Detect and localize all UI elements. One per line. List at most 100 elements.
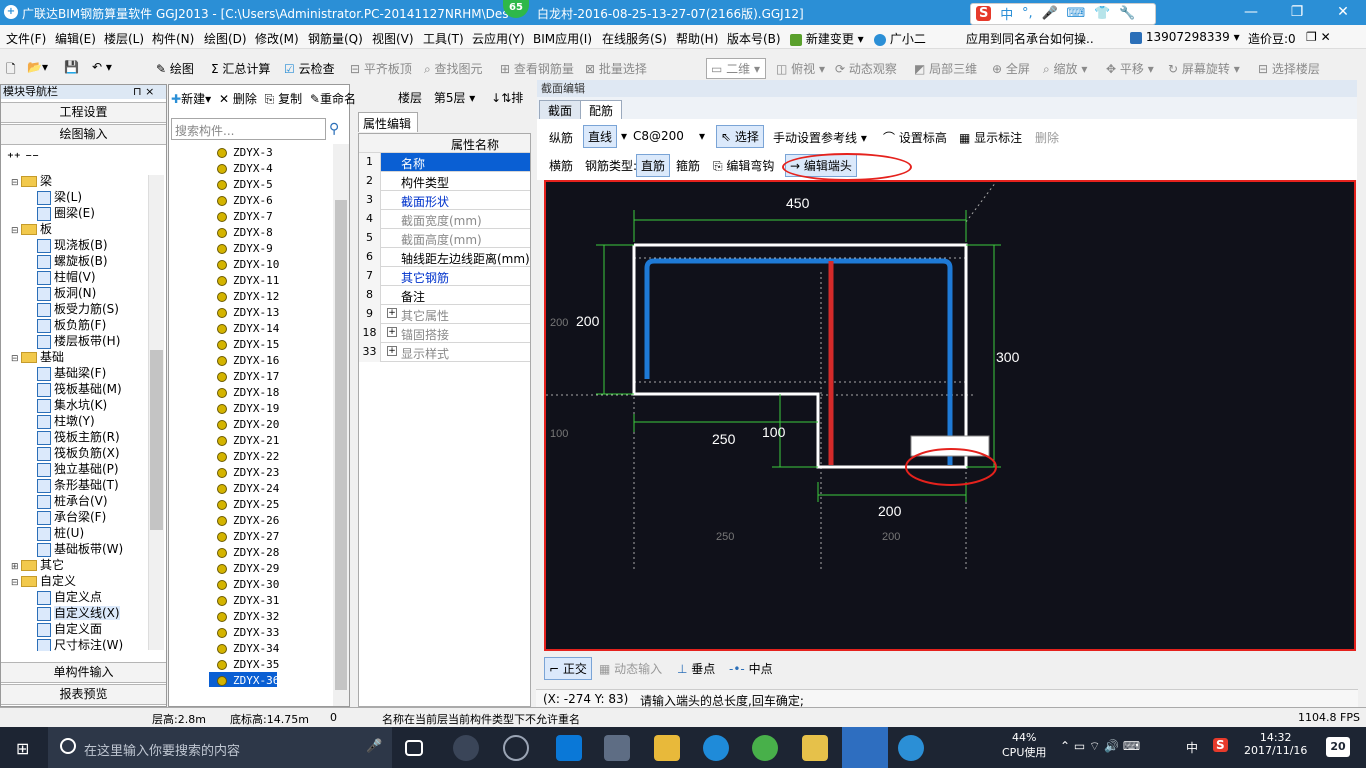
microphone-icon[interactable]: 🎤 (366, 739, 382, 754)
component-item[interactable]: ZDYX-33 (217, 626, 279, 639)
component-item[interactable]: ZDYX-28 (217, 546, 279, 559)
orbit-button[interactable]: ⟳ 动态观察 (835, 60, 897, 77)
dynamic-input-button[interactable]: ▦ 动态输入 (599, 660, 662, 677)
property-row[interactable]: 2 构件类型 (359, 172, 530, 191)
nav-item[interactable]: 筏板基础(M) (37, 381, 122, 397)
manual-refline-button[interactable]: 手动设置参考线 ▾ (773, 129, 867, 146)
set-elevation-button[interactable]: ⌒ 设置标高 (883, 129, 947, 146)
sogou-tray-icon[interactable]: S (1213, 738, 1228, 752)
close-button[interactable]: ✕ (1320, 0, 1366, 25)
local-3d-button[interactable]: ◩ 局部三维 (914, 60, 977, 77)
property-row[interactable]: 3 截面形状 (359, 191, 530, 210)
menu-assistant[interactable]: 广小二 (874, 30, 926, 47)
expand-icon[interactable]: ⊟ (11, 175, 21, 191)
ime-tools-icon[interactable]: 🔧 (1119, 6, 1135, 21)
section-canvas[interactable]: 450 200 200 300 250 100 100 200 250 200 (544, 180, 1356, 651)
component-item[interactable]: ZDYX-20 (217, 418, 279, 431)
property-row[interactable]: 6 轴线距左边线距离(mm) (359, 248, 530, 267)
property-row[interactable]: 5 截面高度(mm) (359, 229, 530, 248)
ime-toolbar[interactable]: S 中 °, 🎤 ⌨ 👕 🔧 (970, 3, 1156, 25)
select-button[interactable]: ⇖ 选择 (716, 125, 764, 148)
component-item[interactable]: ZDYX-23 (217, 466, 279, 479)
copy-component-button[interactable]: ⎘ 复制 (265, 92, 302, 106)
show-dimension-button[interactable]: ▦ 显示标注 (959, 129, 1022, 146)
straight-rebar-button[interactable]: 直筋 (636, 154, 671, 177)
nav-item[interactable]: 柱帽(V) (37, 269, 96, 285)
edge-icon[interactable] (556, 735, 582, 761)
select-floor-button[interactable]: ⊟ 选择楼层 (1258, 60, 1320, 77)
stirrup-button[interactable]: 箍筋 (676, 157, 700, 174)
task-view-icon[interactable] (405, 740, 423, 756)
menu-tools[interactable]: 工具(T) (423, 30, 464, 47)
batch-select-button[interactable]: ⊠ 批量选择 (585, 60, 647, 77)
component-item[interactable]: ZDYX-26 (217, 514, 279, 527)
glodon-app-icon[interactable] (898, 735, 924, 761)
property-row[interactable]: 33 + 显示样式 (359, 343, 530, 362)
nav-item[interactable]: 桩(U) (37, 525, 84, 541)
component-item[interactable]: ZDYX-29 (217, 562, 279, 575)
notes-icon[interactable] (802, 735, 828, 761)
property-row[interactable]: 4 截面宽度(mm) (359, 210, 530, 229)
notification-center[interactable]: 20 (1326, 737, 1350, 757)
cost-beans[interactable]: 造价豆:0 (1248, 30, 1296, 47)
property-row[interactable]: 18 + 锚固搭接 (359, 324, 530, 343)
ime-indicator[interactable]: 中 (1186, 739, 1198, 756)
nav-item[interactable]: 筏板主筋(R) (37, 429, 120, 445)
nav-scrollbar[interactable] (148, 175, 164, 650)
property-tab[interactable]: 属性编辑 (358, 112, 418, 132)
component-item[interactable]: ZDYX-22 (217, 450, 279, 463)
nav-item[interactable]: 板负筋(F) (37, 317, 106, 333)
menu-version[interactable]: 版本号(B) (727, 30, 781, 47)
component-item[interactable]: ZDYX-19 (217, 402, 279, 415)
expand-icon[interactable]: ⊟ (11, 351, 21, 367)
component-scrollbar[interactable] (333, 144, 349, 706)
component-item[interactable]: ZDYX-24 (217, 482, 279, 495)
component-item[interactable]: ZDYX-18 (217, 386, 279, 399)
report-preview-button[interactable]: 报表预览 (1, 684, 166, 705)
pan-button[interactable]: ✥ 平移 ▾ (1106, 60, 1154, 77)
menu-view[interactable]: 视图(V) (372, 30, 414, 47)
nav-item[interactable]: 板受力筋(S) (37, 301, 119, 317)
rename-component-button[interactable]: ✎重命名 (310, 92, 356, 106)
new-component-button[interactable]: ✚新建▾ (171, 92, 211, 106)
rebar-spec-value[interactable]: C8@200 (633, 129, 684, 143)
line-mode-button[interactable]: 直线 (583, 125, 618, 148)
perpendicular-snap-button[interactable]: ⊥ 垂点 (677, 660, 715, 677)
find-element-button[interactable]: ⌕ 查找图元 (424, 60, 483, 77)
component-item[interactable]: ZDYX-10 (217, 258, 279, 271)
windows-start-icon[interactable]: ⊞ (16, 739, 29, 758)
component-item[interactable]: ZDYX-21 (217, 434, 279, 447)
align-slab-top-button[interactable]: ⊟ 平齐板顶 (350, 60, 412, 77)
active-glodon-app[interactable] (842, 727, 888, 768)
nav-item[interactable]: 基础梁(F) (37, 365, 106, 381)
open-file-icon[interactable]: 📂▾ (27, 60, 48, 74)
summary-calc-button[interactable]: Σ 汇总计算 (211, 60, 270, 77)
menu-new-change[interactable]: 新建变更 ▾ (790, 30, 864, 47)
menu-online[interactable]: 在线服务(S) (602, 30, 667, 47)
component-item[interactable]: ZDYX-27 (217, 530, 279, 543)
nav-item[interactable]: 尺寸标注(W) (37, 637, 123, 651)
component-search-input[interactable]: 搜索构件... (171, 118, 326, 140)
top-view-button[interactable]: ◫ 俯视 ▾ (776, 60, 825, 77)
property-row[interactable]: 1 名称 (359, 153, 530, 172)
zoom-button[interactable]: ⌕ 缩放 ▾ (1043, 60, 1087, 77)
nav-item[interactable]: 圈梁(E) (37, 205, 95, 221)
midpoint-snap-button[interactable]: -•- 中点 (729, 660, 773, 677)
nav-item[interactable]: 现浇板(B) (37, 237, 108, 253)
component-item[interactable]: ZDYX-7 (217, 210, 273, 223)
help-question-link[interactable]: 应用到同名承台如何操.. (966, 30, 1094, 47)
new-file-icon[interactable]: 🗋 (6, 60, 16, 81)
expand-plus-icon[interactable]: + (387, 327, 397, 337)
component-item[interactable]: ZDYX-34 (217, 642, 279, 655)
nav-item[interactable]: 楼层板带(H) (37, 333, 120, 349)
menu-edit[interactable]: 编辑(E) (55, 30, 96, 47)
nav-item[interactable]: 自定义线(X) (37, 605, 120, 621)
menu-file[interactable]: 文件(F) (6, 30, 46, 47)
draw-button[interactable]: ✎ 绘图 (156, 60, 194, 77)
undo-icon[interactable]: ↶ ▾ (92, 60, 112, 74)
ortho-button[interactable]: ⌐ 正交 (544, 657, 592, 680)
screen-rotate-button[interactable]: ↻ 屏幕旋转 ▾ (1168, 60, 1240, 77)
ime-skin-icon[interactable]: 👕 (1094, 6, 1110, 21)
store-icon[interactable] (604, 735, 630, 761)
menu-help[interactable]: 帮助(H) (676, 30, 718, 47)
